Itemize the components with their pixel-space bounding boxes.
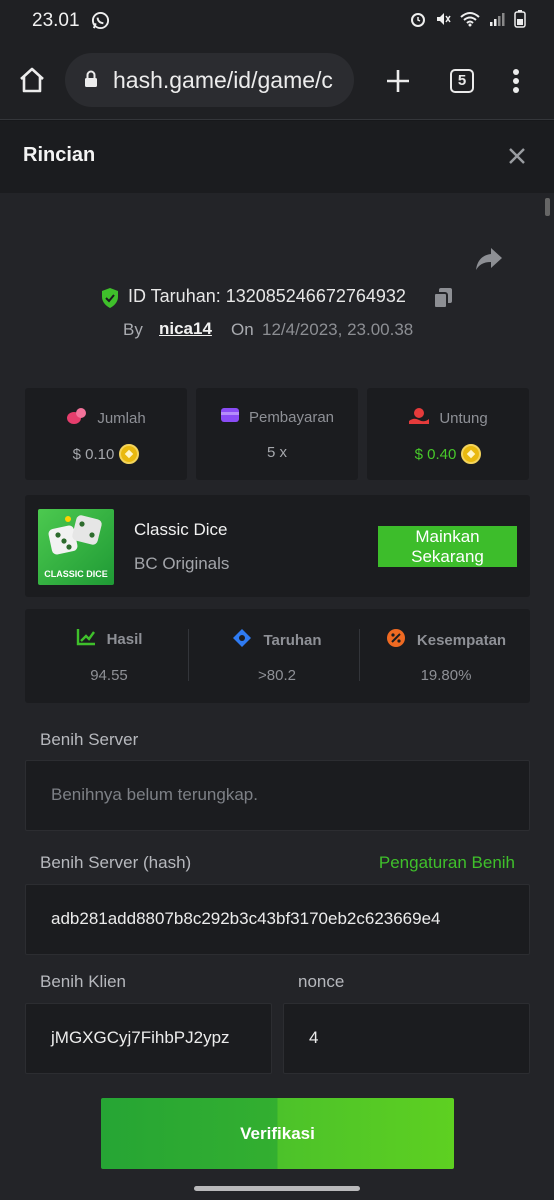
stat-label: Untung	[439, 409, 488, 427]
game-provider: BC Originals	[134, 554, 230, 573]
modal-title: Rincian	[23, 144, 96, 166]
divider	[359, 629, 360, 681]
server-seed-label: Benih Server	[40, 730, 139, 749]
play-label-line-2: Sekarang	[411, 547, 484, 566]
nonce-field[interactable]: 4	[283, 1003, 530, 1074]
stat-value: 5 x	[266, 444, 287, 461]
wallet-icon	[220, 407, 240, 427]
copy-icon[interactable]	[433, 287, 453, 309]
server-seed-field[interactable]: Benihnya belum terungkap.	[25, 760, 530, 831]
url-bar[interactable]: hash.game/id/game/c	[65, 53, 354, 107]
client-seed-field[interactable]: jMGXGCyj7FihbPJ2ypz	[25, 1003, 272, 1074]
result-label: Kesempatan	[416, 631, 507, 649]
bet-id-row: ID Taruhan: 132085246672764932	[0, 283, 554, 313]
server-seed-placeholder: Benihnya belum terungkap.	[51, 785, 258, 804]
result-col-outcome: Hasil 94.55	[25, 609, 193, 703]
profit-hand-icon	[408, 407, 430, 429]
coin-icon	[119, 444, 140, 464]
result-label: Taruhan	[263, 631, 322, 649]
stat-card-amount: Jumlah $ 0.10	[25, 388, 187, 480]
stat-label: Jumlah	[97, 409, 146, 427]
lock-icon	[84, 70, 98, 93]
percent-icon	[386, 628, 406, 652]
more-menu-icon[interactable]	[510, 67, 522, 97]
stat-value: $ 0.40	[414, 445, 457, 463]
verify-button[interactable]: Verifikasi	[101, 1098, 454, 1169]
game-title: Classic Dice	[134, 520, 228, 539]
seed-settings-link[interactable]: Pengaturan Benih	[379, 853, 515, 873]
tab-switcher-button[interactable]: 5	[450, 69, 474, 93]
play-now-button[interactable]: Mainkan Sekarang	[378, 526, 517, 567]
bet-id: ID Taruhan: 132085246672764932	[128, 286, 406, 306]
stat-label: Pembayaran	[248, 408, 335, 426]
bet-details-modal: Rincian ID Taruhan: 132085246672764932 B…	[0, 121, 554, 1200]
browser-toolbar: hash.game/id/game/c 5	[0, 42, 554, 120]
home-icon[interactable]	[17, 65, 47, 95]
by-label: By	[123, 320, 143, 339]
coin-icon	[461, 444, 482, 464]
server-hash-field[interactable]: adb281add8807b8c292b3c43bf3170eb2c623669…	[25, 884, 530, 955]
stat-card-profit: Untung $ 0.40	[367, 388, 529, 480]
share-icon[interactable]	[474, 246, 504, 272]
result-label: Hasil	[106, 630, 143, 648]
game-thumbnail[interactable]: CLASSIC DICE	[38, 509, 114, 585]
modal-header: Rincian	[0, 121, 554, 193]
server-hash-label: Benih Server (hash)	[40, 853, 192, 872]
stat-value: $ 0.10	[72, 445, 115, 463]
stat-card-payout: Pembayaran 5 x	[196, 388, 358, 480]
result-value: >80.2	[258, 667, 296, 684]
client-seed-label: Benih Klien	[40, 972, 127, 991]
wifi-icon	[460, 11, 480, 32]
user-link[interactable]: nica14	[159, 319, 212, 339]
close-icon[interactable]	[507, 146, 527, 166]
mute-icon	[435, 11, 451, 32]
target-icon	[232, 628, 252, 652]
bet-meta-row: By nica14 On 12/4/2023, 23.00.38	[0, 318, 554, 346]
alarm-icon	[410, 11, 426, 32]
scrollbar[interactable]	[545, 198, 550, 216]
result-value: 94.55	[90, 667, 128, 684]
divider	[188, 629, 189, 681]
amount-icon	[66, 407, 88, 429]
play-label-line-1: Mainkan	[415, 527, 480, 546]
nonce-value: 4	[309, 1028, 319, 1047]
new-tab-icon[interactable]	[383, 66, 413, 96]
result-card: Hasil 94.55 Taruhan >80.2 Kesempatan 19.…	[25, 609, 530, 703]
status-time: 23.01	[32, 10, 80, 31]
signal-icon	[489, 11, 505, 32]
whatsapp-icon	[91, 11, 110, 35]
on-label: On	[231, 320, 254, 339]
game-card: CLASSIC DICE Classic Dice BC Originals M…	[25, 495, 530, 597]
result-col-chance: Kesempatan 19.80%	[362, 609, 530, 703]
server-hash-value: adb281add8807b8c292b3c43bf3170eb2c623669…	[51, 909, 441, 928]
result-col-target: Taruhan >80.2	[193, 609, 361, 703]
status-bar: 23.01	[0, 0, 554, 42]
url-text: hash.game/id/game/c	[113, 67, 333, 93]
nonce-label: nonce	[298, 972, 345, 991]
client-seed-value: jMGXGCyj7FihbPJ2ypz	[51, 1028, 230, 1047]
game-thumb-label: CLASSIC DICE	[44, 569, 108, 579]
bet-date: 12/4/2023, 23.00.38	[262, 320, 414, 339]
battery-icon	[514, 10, 526, 33]
verified-shield-icon	[100, 287, 120, 314]
gesture-home-indicator[interactable]	[194, 1186, 360, 1191]
result-value: 19.80%	[420, 667, 472, 684]
chart-up-icon	[76, 628, 96, 650]
